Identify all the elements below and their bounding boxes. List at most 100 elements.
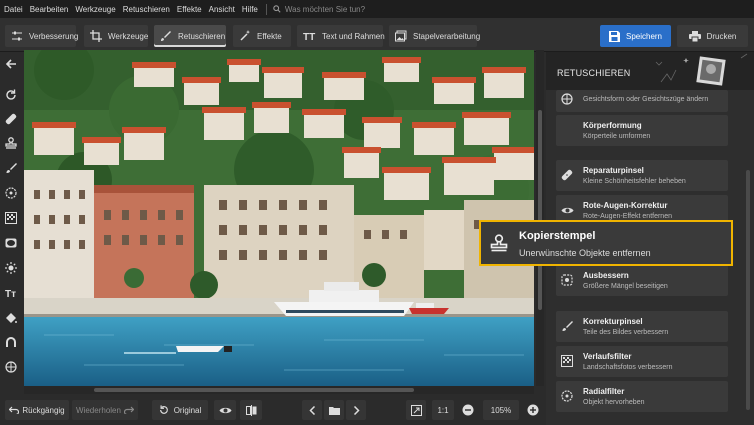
panel-item-patch[interactable]: Ausbessern Größere Mängel beseitigen: [556, 265, 728, 296]
horizontal-scrollbar-thumb[interactable]: [94, 388, 414, 392]
gradient-icon: [5, 212, 17, 224]
gradient-icon: [560, 354, 574, 368]
panel-header: RETUSCHIEREN: [546, 52, 754, 90]
bandage-icon: [560, 168, 574, 182]
rotate-tool[interactable]: [2, 86, 20, 104]
next-image-button[interactable]: [346, 400, 366, 420]
retouch-brush-icon: [161, 31, 171, 41]
undo-button[interactable]: Rückgängig: [5, 400, 69, 420]
save-label: Speichern: [625, 31, 663, 41]
panel-item-gradient-filter[interactable]: Verlaufsfilter Landschaftsfotos verbesse…: [556, 346, 728, 377]
radial-icon: [5, 187, 17, 199]
tab-verbesserung[interactable]: Verbesserung: [5, 25, 78, 47]
back-arrow-button[interactable]: [2, 55, 20, 73]
crop-icon: [90, 30, 102, 42]
menu-werkzeuge[interactable]: Werkzeuge: [75, 5, 115, 14]
text-tool[interactable]: Tт: [2, 284, 20, 302]
panel-item-radial-filter-desc: Objekt hervorheben: [583, 399, 645, 406]
expand-icon: [410, 404, 422, 416]
compare-button[interactable]: [240, 400, 262, 420]
search-placeholder: Was möchten Sie tun?: [284, 4, 366, 14]
compare-icon: [245, 404, 256, 416]
stamp-icon: [490, 234, 508, 254]
print-button[interactable]: Drucken: [677, 25, 748, 47]
undo-label: Rückgängig: [22, 405, 65, 415]
search-input[interactable]: Was möchten Sie tun?: [273, 5, 365, 14]
harbor-town-photo: [24, 50, 534, 386]
panel-item-patch-desc: Größere Mängel beseitigen: [583, 283, 668, 290]
tab-text-und-rahmen[interactable]: TT Text und Rahmen: [297, 25, 385, 47]
zoom-level-value: 105%: [490, 405, 512, 415]
menu-datei[interactable]: Datei: [4, 5, 23, 14]
bandage-icon: [5, 113, 17, 125]
svg-text:Tт: Tт: [5, 289, 16, 299]
panel-item-healing-brush[interactable]: Reparaturpinsel Kleine Schönheitsfehler …: [556, 160, 728, 191]
clone-stamp-tooltip[interactable]: Kopierstempel Unerwünschte Objekte entfe…: [479, 220, 733, 266]
brush-icon: [6, 163, 17, 173]
tooltip-desc: Unerwünschte Objekte entfernen: [519, 248, 651, 258]
light-tool[interactable]: [2, 259, 20, 277]
healing-tool[interactable]: [2, 110, 20, 128]
zoom-1to1-button[interactable]: 1:1: [432, 400, 454, 420]
menu-retuschieren[interactable]: Retuschieren: [123, 5, 170, 14]
menu-bearbeiten[interactable]: Bearbeiten: [30, 5, 69, 14]
stamp-icon: [5, 137, 17, 149]
panel-scrollbar[interactable]: [746, 170, 750, 410]
face-icon: [560, 92, 574, 106]
batch-processing-button[interactable]: Stapelverarbeitung: [389, 25, 480, 47]
arrow-left-icon: [5, 59, 16, 69]
panel-item-red-eye-desc: Rote-Augen-Effekt entfernen: [583, 213, 672, 220]
zoom-1to1-label: 1:1: [437, 405, 449, 415]
chevron-left-icon: [308, 405, 315, 415]
rotate-icon: [6, 89, 16, 100]
zoom-in-button[interactable]: [523, 400, 543, 420]
horizontal-scrollbar[interactable]: [24, 386, 534, 394]
preview-eye-button[interactable]: [214, 400, 236, 420]
vignette-icon: [5, 238, 17, 248]
previous-image-button[interactable]: [302, 400, 322, 420]
tab-retuschieren[interactable]: Retuschieren: [154, 25, 226, 47]
menu-ansicht[interactable]: Ansicht: [209, 5, 235, 14]
vignette-tool[interactable]: [2, 234, 20, 252]
liquify-tool[interactable]: [2, 333, 20, 351]
radial-tool[interactable]: [2, 184, 20, 202]
magic-wand-icon: [240, 30, 250, 41]
body-icon: [560, 123, 574, 137]
zoom-out-button[interactable]: [458, 400, 478, 420]
zoom-level-field[interactable]: 105%: [483, 400, 519, 420]
vertical-scrollbar-thumb[interactable]: [538, 110, 542, 310]
panel-item-body-shaping[interactable]: Körperformung Körperteile umformen: [556, 115, 728, 146]
tab-werkzeuge[interactable]: Werkzeuge: [84, 25, 148, 47]
sliders-icon: [12, 31, 22, 41]
panel-item-correction-brush[interactable]: Korrekturpinsel Teile des Bildes verbess…: [556, 311, 728, 342]
panel-item-face-desc: Gesichtsform oder Gesichtszüge ändern: [583, 96, 709, 103]
printer-icon: [688, 30, 701, 42]
header-decoration: [655, 53, 748, 86]
vertical-scrollbar[interactable]: [536, 50, 544, 386]
open-folder-button[interactable]: [324, 400, 344, 420]
panel-item-body-shaping-desc: Körperteile umformen: [583, 133, 651, 140]
menu-effekte[interactable]: Effekte: [177, 5, 202, 14]
fill-tool[interactable]: [2, 309, 20, 327]
fit-to-screen-button[interactable]: [406, 400, 426, 420]
eye-icon: [219, 407, 231, 413]
save-button[interactable]: Speichern: [600, 25, 671, 47]
original-toggle-button[interactable]: Original: [152, 400, 208, 420]
face-grid-icon: [5, 361, 17, 373]
panel-item-face[interactable]: Gesichtsform oder Gesichtszüge ändern: [556, 90, 728, 112]
redo-button[interactable]: Wiederholen: [72, 400, 138, 420]
panel-item-correction-brush-title: Korrekturpinsel: [583, 317, 643, 326]
panel-item-patch-title: Ausbessern: [583, 271, 629, 280]
panel-item-radial-filter[interactable]: Radialfilter Objekt hervorheben: [556, 381, 728, 412]
main-toolbar: Verbesserung Werkzeuge Retuschieren Effe…: [0, 18, 754, 52]
text-icon: TT: [303, 32, 315, 42]
tab-effekte[interactable]: Effekte: [233, 25, 291, 47]
panel-title: RETUSCHIEREN: [557, 68, 631, 78]
clone-stamp-tool[interactable]: [2, 134, 20, 152]
photo-canvas[interactable]: [24, 50, 534, 386]
gradient-tool[interactable]: [2, 209, 20, 227]
brush-tool[interactable]: [2, 159, 20, 177]
search-icon: [273, 5, 281, 13]
menu-hilfe[interactable]: Hilfe: [242, 5, 258, 14]
face-tool[interactable]: [2, 358, 20, 376]
